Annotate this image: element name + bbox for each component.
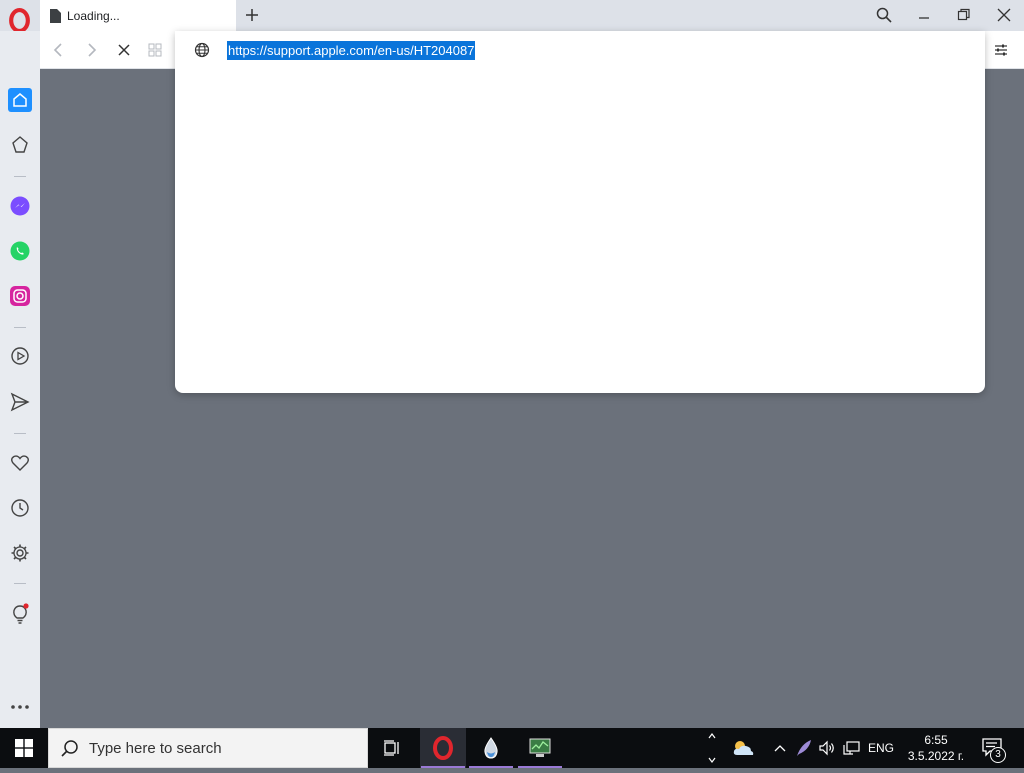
taskbar-opera[interactable] — [420, 728, 466, 768]
search-placeholder: Type here to search — [89, 739, 222, 757]
start-button[interactable] — [0, 728, 48, 768]
sidebar-history[interactable] — [8, 496, 32, 520]
back-button[interactable] — [50, 41, 68, 59]
taskbar-app-monitor[interactable] — [517, 728, 563, 768]
address-bar-dropdown: https://support.apple.com/en-us/HT204087 — [175, 31, 985, 393]
taskbar-app-drop[interactable] — [468, 728, 514, 768]
show-hidden-icons[interactable] — [772, 740, 788, 756]
restore-button[interactable] — [952, 4, 976, 26]
heart-icon — [11, 455, 29, 471]
windows-taskbar: Type here to search ENG 6:55 3.5.2022 г.… — [0, 728, 1024, 768]
taskbar-scroll[interactable] — [704, 728, 720, 768]
volume-button[interactable] — [818, 739, 836, 757]
task-view-icon — [384, 740, 399, 756]
sidebar-favorites[interactable] — [8, 451, 32, 475]
notification-badge: 3 — [990, 747, 1006, 763]
tray-app[interactable] — [795, 738, 813, 758]
sidebar-divider — [14, 583, 26, 584]
pinboard-icon — [12, 136, 28, 153]
document-icon — [50, 8, 61, 23]
weather-widget[interactable] — [722, 728, 764, 768]
instagram-icon — [10, 286, 30, 306]
sidebar-whatsapp[interactable] — [8, 239, 32, 263]
search-tabs-button[interactable] — [872, 4, 896, 26]
stop-loading-button[interactable] — [115, 41, 133, 59]
restore-icon — [957, 8, 970, 21]
chevron-right-icon — [88, 43, 97, 57]
opera-logo — [433, 736, 453, 760]
network-button[interactable] — [843, 739, 861, 757]
sidebar-more[interactable] — [8, 695, 32, 719]
opera-logo[interactable] — [7, 8, 32, 33]
history-icon — [11, 499, 29, 517]
settings-icon — [11, 544, 29, 562]
windows-logo-icon — [15, 739, 33, 757]
speaker-icon — [819, 740, 834, 756]
clock-date: 3.5.2022 г. — [907, 749, 965, 763]
task-view-button[interactable] — [369, 728, 415, 768]
sliders-icon — [995, 44, 1007, 56]
close-icon — [997, 8, 1011, 22]
send-icon — [10, 392, 30, 412]
sidebar-send[interactable] — [8, 390, 32, 414]
sidebar-player[interactable] — [8, 344, 32, 368]
sidebar-divider — [14, 327, 26, 328]
action-center-button[interactable]: 3 — [980, 737, 1010, 763]
sidebar-instagram[interactable] — [8, 284, 32, 308]
tab-loading[interactable]: Loading... — [40, 0, 236, 31]
whatsapp-icon — [10, 241, 30, 261]
sidebar-home[interactable] — [8, 88, 32, 112]
messenger-icon — [10, 196, 30, 216]
minimize-button[interactable] — [912, 4, 936, 26]
forward-button[interactable] — [82, 41, 100, 59]
new-tab-button[interactable] — [243, 5, 261, 25]
grid-icon — [148, 43, 162, 57]
home-icon — [8, 88, 32, 112]
close-window-button[interactable] — [992, 4, 1016, 26]
easy-setup-button[interactable] — [992, 41, 1010, 59]
sidebar-pinboard[interactable] — [8, 133, 32, 157]
clock[interactable]: 6:55 3.5.2022 г. — [905, 732, 967, 764]
feather-icon — [797, 740, 811, 756]
player-icon — [11, 347, 29, 365]
tab-title: Loading... — [67, 8, 120, 23]
minimize-icon — [919, 17, 929, 19]
tips-icon — [13, 603, 29, 624]
sidebar-divider — [14, 433, 26, 434]
clock-time: 6:55 — [924, 733, 948, 747]
search-icon — [61, 740, 78, 757]
search-icon — [876, 7, 892, 23]
sidebar-tips[interactable] — [8, 602, 32, 626]
network-icon — [843, 741, 860, 755]
tab-strip: Loading... — [0, 0, 1024, 33]
more-icon — [11, 705, 29, 709]
chevron-up-icon — [774, 745, 786, 752]
sidebar-settings[interactable] — [8, 541, 32, 565]
speed-dial-button[interactable] — [146, 41, 164, 59]
sidebar-messenger[interactable] — [8, 194, 32, 218]
language-indicator[interactable]: ENG — [868, 741, 894, 755]
task-manager-icon — [529, 738, 551, 757]
globe-icon — [194, 42, 210, 58]
stop-icon — [118, 44, 130, 56]
water-drop-icon — [484, 737, 498, 759]
sidebar-divider — [14, 176, 26, 177]
cloud-sun-icon — [733, 741, 754, 755]
chevron-left-icon — [53, 43, 62, 57]
plus-icon — [246, 9, 258, 21]
chevron-updown-icon — [708, 733, 716, 763]
sidebar — [0, 31, 40, 728]
address-input[interactable]: https://support.apple.com/en-us/HT204087 — [227, 41, 476, 60]
taskbar-search[interactable]: Type here to search — [48, 728, 368, 768]
